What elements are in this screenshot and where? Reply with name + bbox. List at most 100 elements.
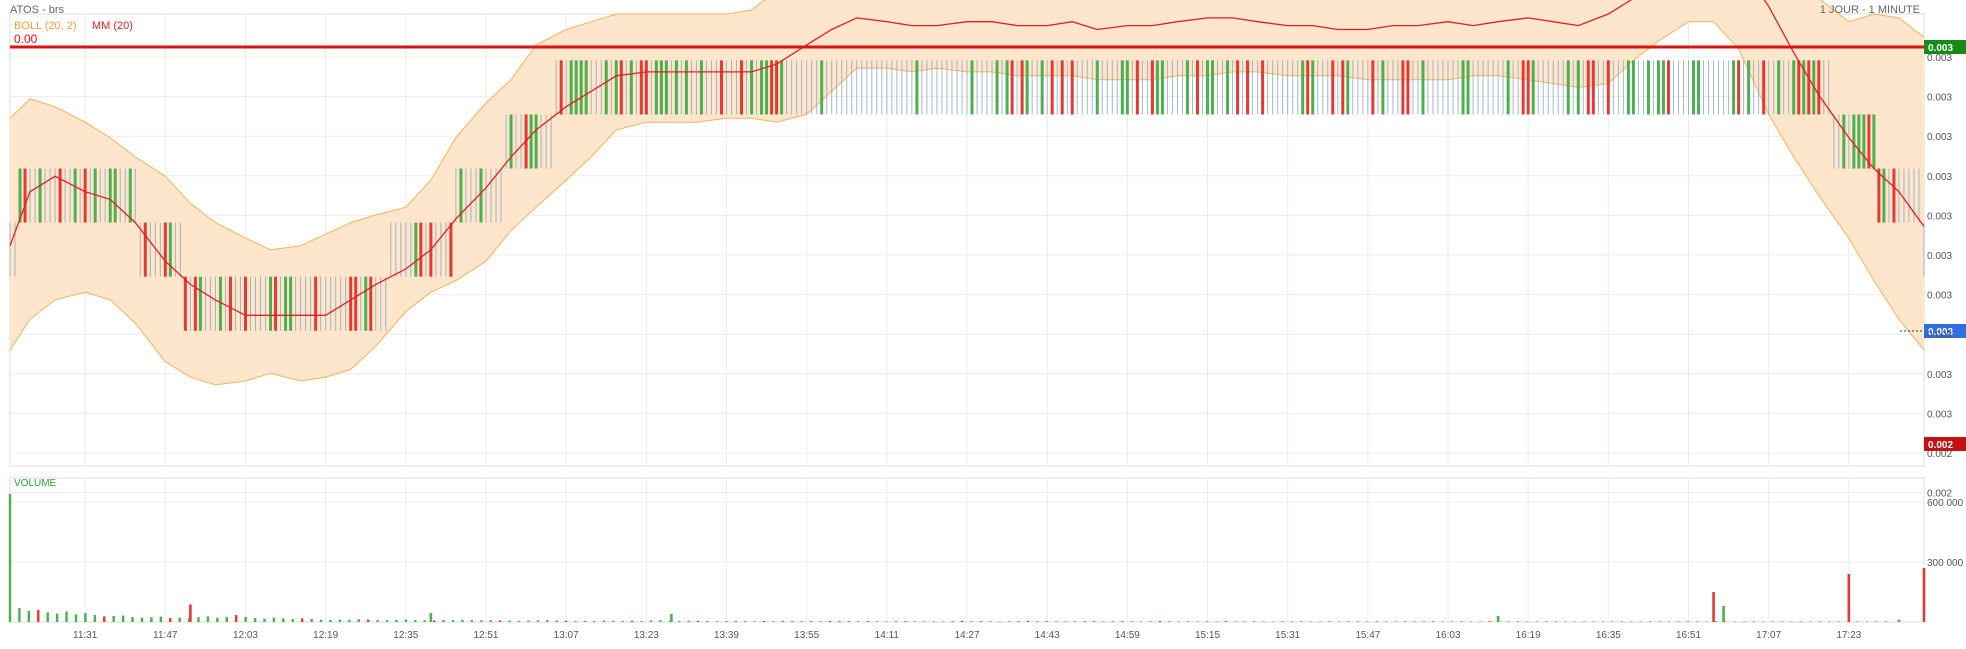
volume-bar bbox=[348, 619, 351, 622]
volume-bar bbox=[1667, 621, 1671, 622]
volume-bar bbox=[1450, 621, 1454, 622]
volume-bar bbox=[659, 620, 662, 622]
x-tick-label: 12:35 bbox=[393, 630, 418, 641]
volume-bar bbox=[1309, 621, 1312, 622]
volume-bar bbox=[131, 617, 134, 622]
volume-bar bbox=[1564, 621, 1567, 622]
volume-bar bbox=[451, 620, 455, 622]
volume-bar bbox=[291, 619, 294, 622]
volume-bar bbox=[593, 621, 596, 622]
mm-value: 0.00 bbox=[14, 32, 38, 46]
x-tick-label: 15:15 bbox=[1195, 630, 1220, 641]
volume-bar bbox=[385, 620, 389, 622]
volume-bar bbox=[253, 618, 257, 622]
volume-bar bbox=[706, 621, 709, 622]
volume-bar bbox=[715, 621, 719, 622]
volume-bar bbox=[885, 621, 888, 622]
x-tick-label: 11:47 bbox=[153, 630, 178, 641]
volume-bar bbox=[1290, 621, 1294, 622]
volume-bar bbox=[93, 615, 97, 622]
volume-bar bbox=[1121, 621, 1124, 622]
volume-bar bbox=[1460, 621, 1463, 622]
volume-bar bbox=[904, 621, 907, 622]
volume-bar bbox=[395, 619, 398, 622]
volume-bar bbox=[1281, 621, 1284, 622]
volume-bar bbox=[27, 611, 31, 622]
volume-spike bbox=[1496, 616, 1500, 622]
volume-bar bbox=[546, 620, 549, 622]
volume-bar bbox=[640, 621, 643, 622]
volume-bar bbox=[744, 621, 747, 622]
volume-bar bbox=[951, 621, 954, 622]
volume-bar bbox=[1026, 620, 1030, 622]
volume-bar bbox=[753, 621, 756, 622]
x-tick-label: 16:35 bbox=[1596, 630, 1621, 641]
volume-bar bbox=[1366, 621, 1369, 622]
volume-bar bbox=[272, 617, 276, 622]
volume-bar bbox=[772, 621, 775, 622]
volume-bar bbox=[1177, 621, 1180, 622]
x-tick-label: 11:31 bbox=[73, 630, 98, 641]
boll-legend: BOLL (20, 2) bbox=[14, 20, 77, 32]
volume-bar bbox=[1658, 621, 1661, 622]
volume-bar bbox=[536, 620, 540, 622]
y-tick-label: 0.003 bbox=[1927, 251, 1952, 262]
volume-bar bbox=[1488, 621, 1492, 622]
x-tick-label: 12:19 bbox=[313, 630, 338, 641]
volume-bar bbox=[696, 620, 700, 622]
volume-bar bbox=[687, 620, 690, 622]
volume-bar bbox=[1139, 621, 1143, 622]
volume-bar bbox=[178, 617, 181, 622]
volume-bar bbox=[244, 617, 247, 622]
volume-bar bbox=[319, 619, 323, 622]
volume-bar bbox=[979, 621, 983, 622]
stock-chart: 0.003 0.003 0.002 600 000 300 000 0.003 0.00… bbox=[0, 0, 1966, 644]
volume-bar bbox=[150, 617, 153, 622]
volume-bar bbox=[498, 620, 502, 622]
volume-bar bbox=[1215, 621, 1218, 622]
volume-bar bbox=[169, 618, 172, 622]
y-tick-label: 0.003 bbox=[1927, 409, 1952, 420]
volume-bar bbox=[357, 619, 360, 622]
volume-bar bbox=[1092, 621, 1096, 622]
volume-bar bbox=[159, 616, 163, 622]
x-tick-label: 12:03 bbox=[233, 630, 258, 641]
volume-bar bbox=[970, 621, 973, 622]
volume-bar bbox=[875, 621, 879, 622]
volume-bar bbox=[1149, 621, 1152, 622]
volume-bar bbox=[55, 613, 59, 622]
volume-bar bbox=[1545, 621, 1548, 622]
volume-bar bbox=[574, 621, 577, 622]
volume-bar bbox=[1158, 621, 1162, 622]
volume-spike bbox=[1712, 592, 1715, 622]
volume-bar bbox=[46, 612, 49, 622]
volume-bar bbox=[725, 621, 728, 622]
x-tick-label: 13:23 bbox=[634, 630, 659, 641]
volume-spike bbox=[189, 604, 192, 622]
mm-legend: MM (20) bbox=[92, 20, 133, 32]
period-label[interactable]: 1 JOUR - 1 MINUTE bbox=[1820, 4, 1920, 16]
volume-bar bbox=[1479, 621, 1482, 622]
volume-bar bbox=[1187, 621, 1190, 622]
volume-bar bbox=[423, 620, 426, 622]
volume-bar bbox=[1752, 621, 1755, 622]
volume-bar bbox=[630, 620, 634, 622]
volume-bar bbox=[1856, 621, 1859, 622]
volume-bar bbox=[366, 619, 370, 622]
x-tick-label: 14:59 bbox=[1115, 630, 1140, 641]
volume-bar bbox=[1224, 621, 1228, 622]
x-tick-label: 14:11 bbox=[875, 630, 900, 641]
volume-bar bbox=[37, 610, 40, 622]
x-tick-label: 17:23 bbox=[1836, 630, 1861, 641]
volume-bar bbox=[1526, 621, 1529, 622]
volume-bar bbox=[1686, 621, 1689, 622]
volume-bar bbox=[1394, 621, 1397, 622]
volume-bar bbox=[1300, 621, 1303, 622]
volume-bar bbox=[838, 620, 841, 622]
volume-bar bbox=[1875, 621, 1878, 622]
volume-spike bbox=[1847, 574, 1851, 622]
volume-bar bbox=[1168, 621, 1171, 622]
volume-bar bbox=[1733, 621, 1737, 622]
volume-bar bbox=[1790, 621, 1793, 622]
volume-bar bbox=[1083, 621, 1086, 622]
